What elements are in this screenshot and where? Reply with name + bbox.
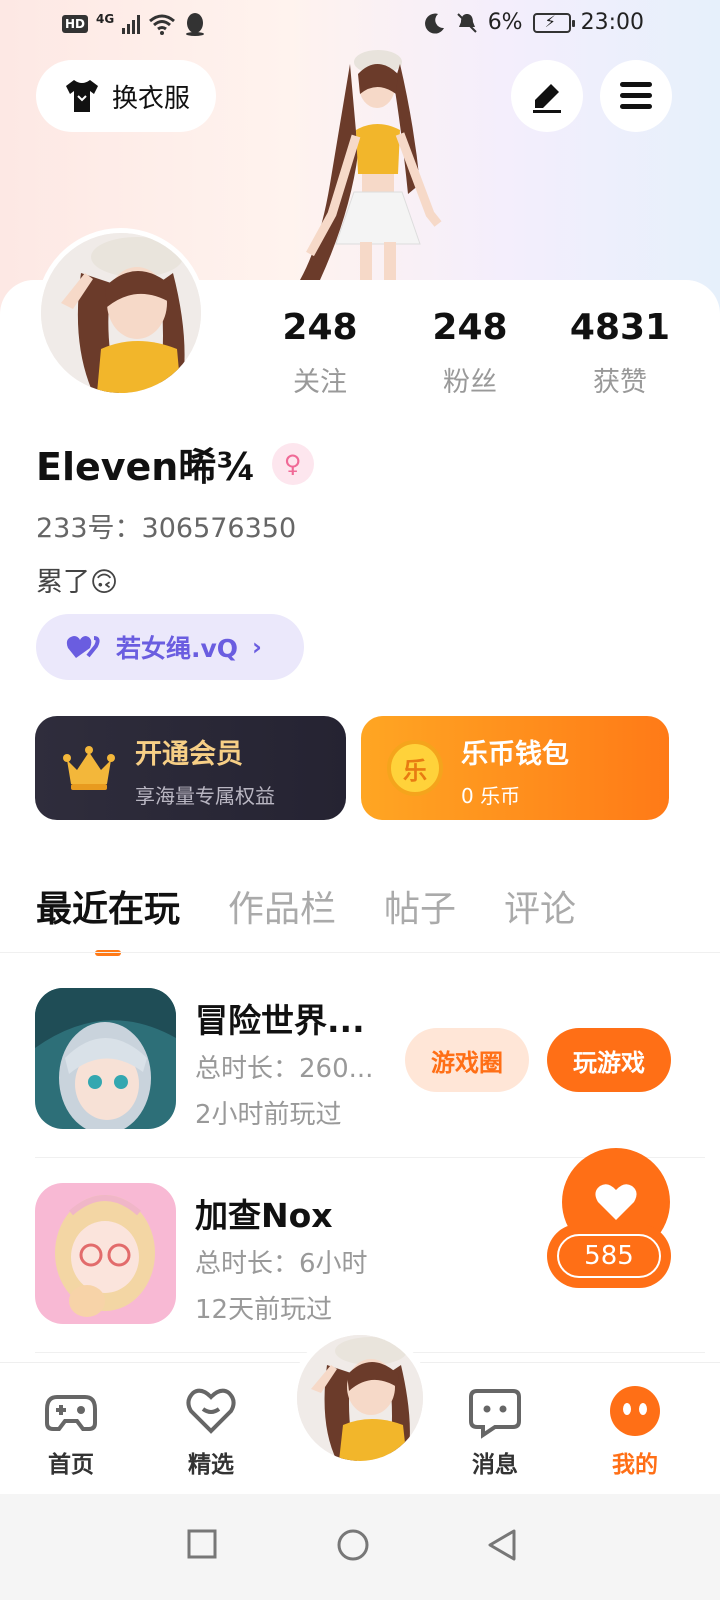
menu-icon	[620, 82, 652, 109]
avatar	[297, 1335, 423, 1461]
tshirt-icon	[65, 80, 98, 112]
coin-subtitle: 0 乐币	[461, 784, 521, 808]
stat-likes[interactable]: 4831 获赞	[550, 308, 690, 399]
stat-followers[interactable]: 248 粉丝	[400, 308, 540, 399]
play-game-button[interactable]: 玩游戏	[547, 1028, 671, 1092]
battery-icon: ⚡	[532, 12, 575, 33]
female-gender-icon: ♀	[271, 442, 314, 485]
username: Eleven晞¾	[36, 445, 256, 489]
coin-title: 乐币钱包	[461, 739, 569, 770]
stat-value: 4831	[569, 307, 671, 348]
user-id[interactable]: 233号：306576350	[36, 506, 296, 545]
nav-home[interactable]: 首页	[26, 1383, 116, 1479]
stat-value: 248	[282, 307, 358, 348]
status-left: HD 4G	[62, 12, 206, 36]
nav-center-avatar-button[interactable]	[290, 1328, 430, 1468]
recent-apps-icon[interactable]	[186, 1528, 218, 1560]
heart-outline-icon	[186, 1388, 236, 1434]
like-count: 585	[557, 1234, 661, 1278]
stat-label: 粉丝	[443, 367, 497, 398]
coin-wallet-card[interactable]: 乐 乐币钱包 0 乐币	[361, 716, 669, 820]
stat-label: 获赞	[593, 367, 647, 398]
tab-divider	[0, 952, 720, 953]
username-row: Eleven晞¾ ♀	[36, 436, 314, 491]
nav-messages[interactable]: 消息	[450, 1383, 540, 1479]
profile-avatar[interactable]	[36, 228, 206, 398]
gamepad-icon	[45, 1395, 97, 1431]
game-icon-gacha-nox[interactable]	[35, 1183, 176, 1324]
wardrobe-label: 换衣服	[111, 83, 190, 114]
profile-tabs: 最近在玩 作品栏 帖子 评论	[36, 880, 576, 956]
stat-value: 248	[432, 307, 508, 348]
game-name: 加查Nox	[195, 1196, 333, 1235]
double-heart-icon	[66, 636, 100, 658]
nav-label: 我的	[612, 1452, 658, 1478]
coin-icon: 乐	[387, 740, 443, 796]
network-label: 4G	[96, 12, 115, 26]
menu-button[interactable]	[600, 60, 672, 132]
vip-subtitle: 享海量专属权益	[135, 784, 275, 808]
clock: 23:00	[580, 10, 644, 35]
wifi-icon	[149, 14, 176, 35]
relationship-tag[interactable]: 若女绳.vQ ›	[36, 614, 304, 680]
status-right: 6% ⚡ 23:00	[424, 10, 644, 35]
tab-comments[interactable]: 评论	[504, 880, 576, 956]
back-triangle-icon[interactable]	[486, 1528, 518, 1562]
system-nav-bar	[0, 1494, 720, 1600]
bell-off-icon	[456, 12, 477, 33]
home-circle-icon[interactable]	[336, 1528, 370, 1562]
battery-percent: 6%	[487, 10, 523, 35]
wardrobe-button[interactable]: 换衣服	[36, 60, 216, 132]
vip-membership-card[interactable]: 开通会员 享海量专属权益	[35, 716, 346, 820]
stat-following[interactable]: 248 关注	[250, 308, 390, 399]
smiley-icon	[610, 1386, 660, 1436]
tab-posts[interactable]: 帖子	[384, 880, 456, 956]
game-icon-adventure-world[interactable]	[35, 988, 176, 1129]
signal-icon	[122, 14, 141, 34]
tab-recently-played[interactable]: 最近在玩	[36, 880, 180, 956]
nav-me[interactable]: 我的	[590, 1383, 680, 1479]
like-fab[interactable]: 585	[547, 1148, 671, 1288]
list-item[interactable]: 冒险世界... 总时长：260... 2小时前玩过 游戏圈 玩游戏	[35, 988, 705, 1138]
profile-stats: 248 关注 248 粉丝 4831 获赞	[250, 308, 690, 399]
qq-icon	[186, 13, 205, 36]
chevron-right-icon: ›	[252, 633, 262, 661]
game-duration: 总时长：6小时	[195, 1249, 368, 1279]
nav-featured[interactable]: 精选	[166, 1383, 256, 1479]
vip-title: 开通会员	[135, 739, 243, 770]
game-circle-button[interactable]: 游戏圈	[405, 1028, 529, 1092]
moon-icon	[424, 13, 444, 34]
tag-label: 若女绳.vQ	[116, 634, 239, 663]
status-bar: HD 4G 6% ⚡ 23:00	[0, 0, 720, 50]
nav-label: 消息	[472, 1452, 518, 1478]
bio-text: 累了🙃	[36, 567, 119, 598]
game-duration: 总时长：260...	[195, 1054, 374, 1084]
nav-label: 首页	[48, 1452, 94, 1478]
game-last-played: 12天前玩过	[195, 1295, 333, 1325]
pen-icon	[533, 84, 561, 113]
edit-profile-button[interactable]	[511, 60, 583, 132]
chat-bubble-icon	[469, 1389, 521, 1439]
game-last-played: 2小时前玩过	[195, 1100, 342, 1130]
like-count-badge[interactable]: 585	[547, 1224, 671, 1288]
stat-label: 关注	[293, 367, 347, 398]
game-name: 冒险世界...	[195, 1001, 365, 1040]
heart-icon	[595, 1184, 637, 1220]
crown-icon	[63, 746, 115, 790]
avatar-character-figure[interactable]	[280, 44, 470, 284]
tab-works[interactable]: 作品栏	[228, 880, 336, 956]
nav-label: 精选	[188, 1452, 234, 1478]
hd-badge: HD	[62, 15, 89, 33]
